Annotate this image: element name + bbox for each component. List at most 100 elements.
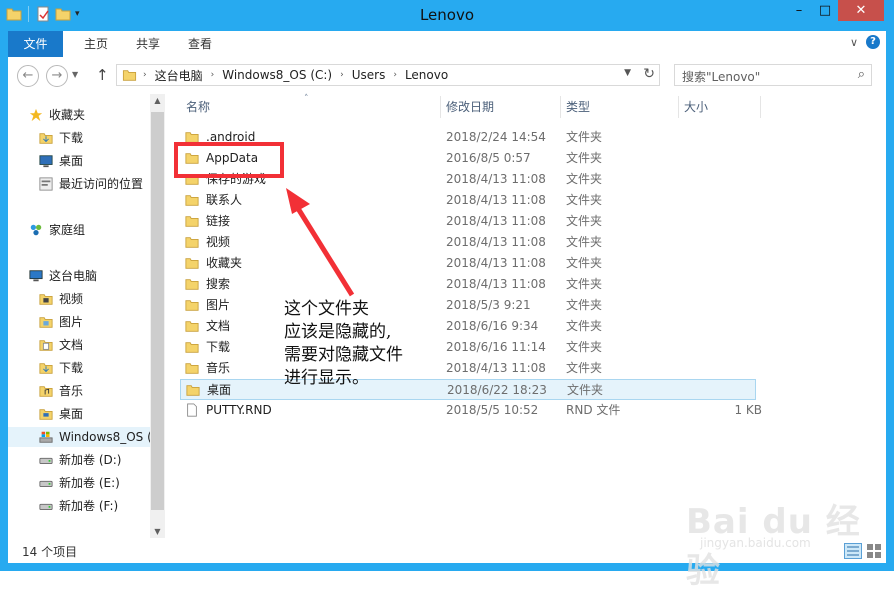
column-header-type[interactable]: 类型 [566, 94, 590, 120]
file-date: 2018/4/13 11:08 [446, 256, 546, 270]
expand-ribbon-icon[interactable]: ∨ [850, 36, 858, 49]
nav-music[interactable]: 音乐 [38, 381, 83, 401]
annotation-line: 需要对隐藏文件 [284, 345, 403, 365]
tab-view[interactable]: 查看 [178, 31, 222, 57]
file-type: 文件夹 [566, 277, 603, 291]
nav-homegroup[interactable]: 家庭组 [28, 220, 85, 240]
nav-this-pc[interactable]: 这台电脑 [28, 266, 97, 286]
column-divider[interactable] [560, 96, 561, 118]
desktop-folder-icon [39, 409, 53, 420]
column-divider[interactable] [440, 96, 441, 118]
file-row[interactable]: 桌面 2018/6/22 18:23 文件夹 [180, 379, 756, 400]
nav-desktop[interactable]: 桌面 [38, 151, 83, 171]
file-name: 文档 [206, 319, 231, 333]
file-icon [187, 403, 197, 417]
forward-button[interactable]: → [46, 65, 68, 87]
nav-downloads[interactable]: 下载 [38, 128, 83, 148]
ribbon-controls: ∨ ? [850, 35, 880, 49]
nav-label: 新加卷 (F:) [59, 499, 119, 513]
nav-label: 新加卷 (E:) [59, 476, 120, 490]
file-row[interactable]: 搜索 2018/4/13 11:08 文件夹 [180, 274, 756, 295]
nav-label: 文档 [59, 338, 84, 352]
nav-label: 音乐 [59, 384, 84, 398]
breadcrumb-drive-c[interactable]: Windows8_OS (C:) [222, 68, 332, 82]
nav-recent-places[interactable]: 最近访问的位置 [38, 174, 143, 194]
address-row: ← → ▼ ↑ › 这台电脑 › Windows8_OS (C:) › User… [8, 58, 886, 94]
breadcrumb-lenovo[interactable]: Lenovo [405, 68, 448, 82]
minimize-button[interactable]: – [786, 0, 812, 21]
breadcrumb-separator[interactable]: › [340, 70, 344, 80]
file-name: PUTTY.RND [206, 403, 272, 417]
recent-locations-icon[interactable]: ▼ [72, 70, 78, 79]
file-row[interactable]: 图片 2018/5/3 9:21 文件夹 [180, 295, 756, 316]
file-row[interactable]: 下载 2018/6/16 11:14 文件夹 [180, 337, 756, 358]
maximize-button[interactable]: □ [812, 0, 838, 21]
navigation-pane: 收藏夹 下载 桌面 最近访问的位置 家庭组 这台电脑 视频 图片 文档 下载 音… [8, 94, 150, 538]
breadcrumb-this-pc[interactable]: 这台电脑 [155, 67, 203, 84]
folder-icon [185, 321, 199, 332]
file-row[interactable]: 收藏夹 2018/4/13 11:08 文件夹 [180, 253, 756, 274]
column-header-size[interactable]: 大小 [684, 94, 708, 120]
item-count: 14 个项目 [22, 545, 78, 559]
column-header-name[interactable]: 名称 [186, 94, 210, 120]
tab-file[interactable]: 文件 [8, 31, 63, 57]
nav-drive-d[interactable]: 新加卷 (D:) [38, 450, 121, 470]
nav-drive-c[interactable]: Windows8_OS ( [8, 427, 150, 447]
file-row[interactable]: 链接 2018/4/13 11:08 文件夹 [180, 211, 756, 232]
nav-downloads-pc[interactable]: 下载 [38, 358, 83, 378]
file-row[interactable]: 文档 2018/6/16 9:34 文件夹 [180, 316, 756, 337]
file-row[interactable]: PUTTY.RND 2018/5/5 10:52 RND 文件 1 KB [180, 400, 762, 421]
nav-scrollbar[interactable]: ▲ ▼ [150, 94, 165, 538]
folder-icon [185, 237, 199, 248]
nav-label: 家庭组 [49, 223, 86, 237]
breadcrumb-separator[interactable]: › [143, 70, 147, 80]
address-dropdown-icon[interactable]: ▼ [624, 68, 631, 78]
column-divider[interactable] [760, 96, 761, 118]
nav-desktop-pc[interactable]: 桌面 [38, 404, 83, 424]
file-date: 2018/4/13 11:08 [446, 214, 546, 228]
annotation-arrow [286, 188, 355, 297]
breadcrumb-users[interactable]: Users [352, 68, 386, 82]
file-name: 视频 [206, 235, 231, 249]
scroll-thumb[interactable] [151, 112, 164, 510]
explorer-window: ▾ Lenovo – □ ✕ 文件 主页 共享 查看 ∨ ? ← → ▼ ↑ ›… [0, 0, 894, 571]
breadcrumb-separator[interactable]: › [393, 70, 397, 80]
nav-documents[interactable]: 文档 [38, 335, 83, 355]
folder-icon [122, 70, 137, 81]
title-bar: ▾ Lenovo – □ ✕ [0, 0, 894, 31]
file-date: 2018/4/13 11:08 [446, 277, 546, 291]
file-name: 搜索 [206, 277, 231, 291]
file-date: 2018/4/13 11:08 [446, 235, 546, 249]
column-divider[interactable] [678, 96, 679, 118]
file-size: 1 KB [734, 403, 762, 417]
nav-label: 桌面 [59, 407, 84, 421]
nav-drive-f[interactable]: 新加卷 (F:) [38, 496, 118, 516]
scroll-up-icon[interactable]: ▲ [150, 96, 165, 105]
nav-pictures[interactable]: 图片 [38, 312, 83, 332]
folder-icon [185, 279, 199, 290]
address-bar[interactable]: › 这台电脑 › Windows8_OS (C:) › Users › Leno… [116, 64, 660, 86]
file-row[interactable]: 视频 2018/4/13 11:08 文件夹 [180, 232, 756, 253]
up-button[interactable]: ↑ [96, 66, 109, 84]
nav-label: 收藏夹 [49, 108, 86, 122]
file-row[interactable]: 联系人 2018/4/13 11:08 文件夹 [180, 190, 756, 211]
file-row[interactable]: 音乐 2018/4/13 11:08 文件夹 [180, 358, 756, 379]
close-button[interactable]: ✕ [838, 0, 884, 21]
scroll-down-icon[interactable]: ▼ [150, 527, 165, 536]
nav-videos[interactable]: 视频 [38, 289, 83, 309]
tab-home[interactable]: 主页 [74, 31, 118, 57]
folder-icon [185, 342, 199, 353]
nav-drive-e[interactable]: 新加卷 (E:) [38, 473, 120, 493]
file-type: 文件夹 [567, 383, 604, 397]
search-input[interactable]: 搜索"Lenovo" ⌕ [674, 64, 872, 86]
back-button[interactable]: ← [17, 65, 39, 87]
nav-favorites[interactable]: 收藏夹 [28, 105, 85, 125]
breadcrumb-separator[interactable]: › [211, 70, 215, 80]
annotation-line: 这个文件夹 [284, 299, 369, 319]
refresh-icon[interactable]: ↻ [643, 66, 655, 82]
file-type: 文件夹 [566, 130, 603, 144]
tab-share[interactable]: 共享 [126, 31, 170, 57]
column-header-date[interactable]: 修改日期 [446, 94, 494, 120]
search-icon[interactable]: ⌕ [858, 67, 865, 82]
help-icon[interactable]: ? [866, 35, 880, 49]
